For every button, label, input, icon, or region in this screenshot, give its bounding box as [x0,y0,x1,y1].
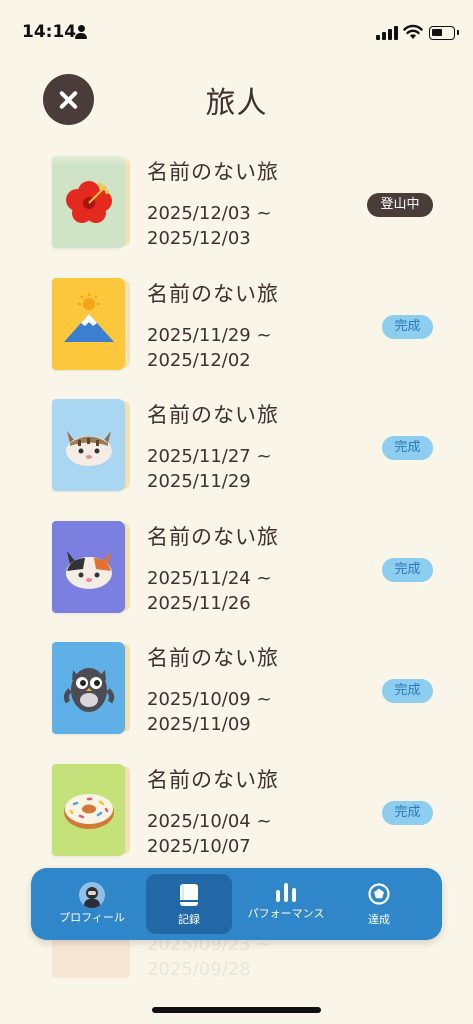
trip-end-date: 2025/12/03 [147,228,251,249]
tab-performance-label: パフォーマンス [247,907,325,920]
trip-status-badge: 完成 [382,557,433,582]
trip-start-date: 2025/10/04 ~ [147,810,272,832]
partial-date-end: 2025/09/28 [147,959,251,980]
wifi-icon [403,24,423,40]
trip-start-date: 2025/12/03 ~ [147,203,272,224]
avatar-icon [79,882,105,908]
trip-title: 名前のない旅 [147,524,279,549]
person-icon [74,25,88,41]
trip-end-date: 2025/11/09 [147,714,251,735]
trip-status-badge: 完成 [382,800,433,825]
trip-cover-book [52,520,130,613]
tab-profile[interactable]: プロフィール [49,874,135,934]
status-time: 14:14 [22,22,77,42]
trip-list[interactable]: 名前のない旅 2025/12/03 ~ 2025/12/03 登山中名前のない旅 202… [0,146,473,986]
tab-achievements-label: 達成 [368,913,390,926]
trip-status-badge: 完成 [382,314,433,339]
trip-cover-book [52,277,130,370]
battery-icon [429,26,459,40]
list-fade [0,146,473,166]
home-indicator [152,1007,321,1013]
trip-end-date: 2025/11/26 [147,592,251,614]
trip-end-date: 2025/12/02 [147,349,251,371]
tab-bar: プロフィール 記録 パフォーマンス 達成 [31,868,442,940]
trip-list-item[interactable]: 名前のない旅 2025/10/09 ~ 2025/11/09 完成 [0,632,473,753]
book-icon [179,883,199,911]
trip-list-item[interactable]: 名前のない旅 2025/11/27 ~ 2025/11/29 完成 [0,389,473,510]
trip-start-date: 2025/11/27 ~ [147,446,272,467]
status-bar: 14:14 [0,0,473,60]
tab-performance[interactable]: パフォーマンス [243,874,329,934]
trip-title: 名前のない旅 [147,767,279,792]
tab-profile-label: プロフィール [59,911,125,924]
trip-start-date: 2025/10/09 ~ [147,689,272,710]
trip-list-item[interactable]: 名前のない旅 2025/10/04 ~ 2025/10/07 完成 [0,754,473,875]
trip-list-item[interactable]: 名前のない旅 2025/11/24 ~ 2025/11/26 完成 [0,511,473,632]
trip-list-item[interactable]: 名前のない旅 2025/11/29 ~ 2025/12/02 完成 [0,268,473,389]
tab-records[interactable]: 記録 [146,874,232,934]
trip-start-date: 2025/11/24 ~ [147,567,272,589]
trip-start-date: 2025/11/29 ~ [147,324,272,346]
trip-status-badge: 完成 [382,679,433,703]
trip-title: 名前のない旅 [147,403,279,427]
trip-end-date: 2025/11/29 [147,471,251,492]
trip-cover-book [52,156,130,248]
trip-status-badge: 完成 [382,436,433,460]
trip-title: 名前のない旅 [147,646,279,670]
tab-records-label: 記録 [178,913,200,926]
page-title: 旅人 [205,86,268,121]
cellular-signal-icon [376,26,398,40]
trip-status-badge: 登山中 [367,193,433,217]
trip-title: 名前のない旅 [147,281,279,306]
trip-cover-book [52,763,130,856]
trip-end-date: 2025/10/07 [147,835,251,857]
tab-achievements[interactable]: 達成 [336,874,422,934]
trip-cover-book [52,642,130,734]
pentagon-badge-icon [368,883,390,909]
bar-chart-icon [275,882,297,906]
trip-cover-book [52,399,130,491]
